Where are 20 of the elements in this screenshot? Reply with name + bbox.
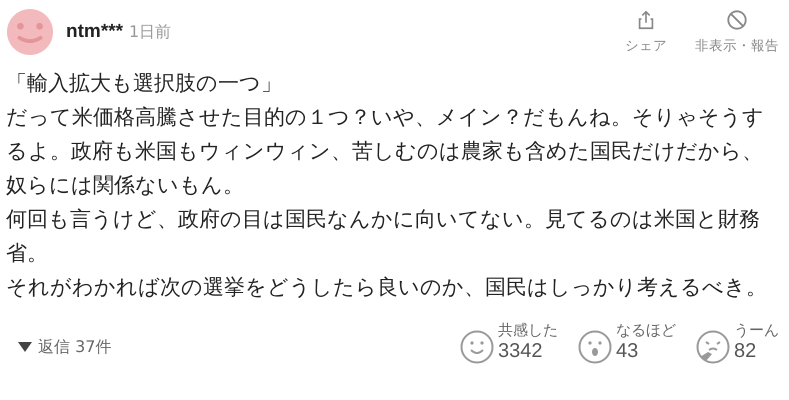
reaction-label: うーん <box>734 321 779 340</box>
smile-icon[interactable] <box>460 330 494 364</box>
reaction-label: 共感した <box>498 321 558 340</box>
reaction-label: なるほど <box>616 321 676 340</box>
comment-text: それがわかれば次の選挙をどうしたら良いのか、国民はしっかり考えるべき。 <box>6 274 768 301</box>
block-icon[interactable] <box>726 9 748 31</box>
surprised-face-icon[interactable] <box>578 330 612 364</box>
thinking-face-icon[interactable] <box>696 330 730 364</box>
reaction-count: 43 <box>616 340 640 363</box>
avatar-icon <box>6 8 54 56</box>
user-name[interactable]: ntm*** <box>66 21 124 43</box>
comment-text: だって米価格高騰させた目的の１つ？いや、メイン？だもんね。そりゃそうするよ。政府も米国もウィンウィン、苦しむのは農家も含めた国民だけだから、奴らには関係ないもん。 <box>6 104 765 199</box>
comment-text: 何回も言うけど、政府の目は国民なんかに向いてない。見てるのは米国と財務省。 <box>6 206 761 267</box>
replies-toggle[interactable]: 返信 37件 <box>6 336 112 358</box>
post-time: 1日前 <box>129 22 172 42</box>
reaction-count: 82 <box>734 340 758 363</box>
comment-text: 「輸入拡大も選択肢の一つ」 <box>6 70 283 97</box>
action-label[interactable]: 非表示・報告 <box>695 37 779 55</box>
action-label[interactable]: シェア <box>625 37 667 55</box>
reaction-count: 3342 <box>498 340 544 363</box>
